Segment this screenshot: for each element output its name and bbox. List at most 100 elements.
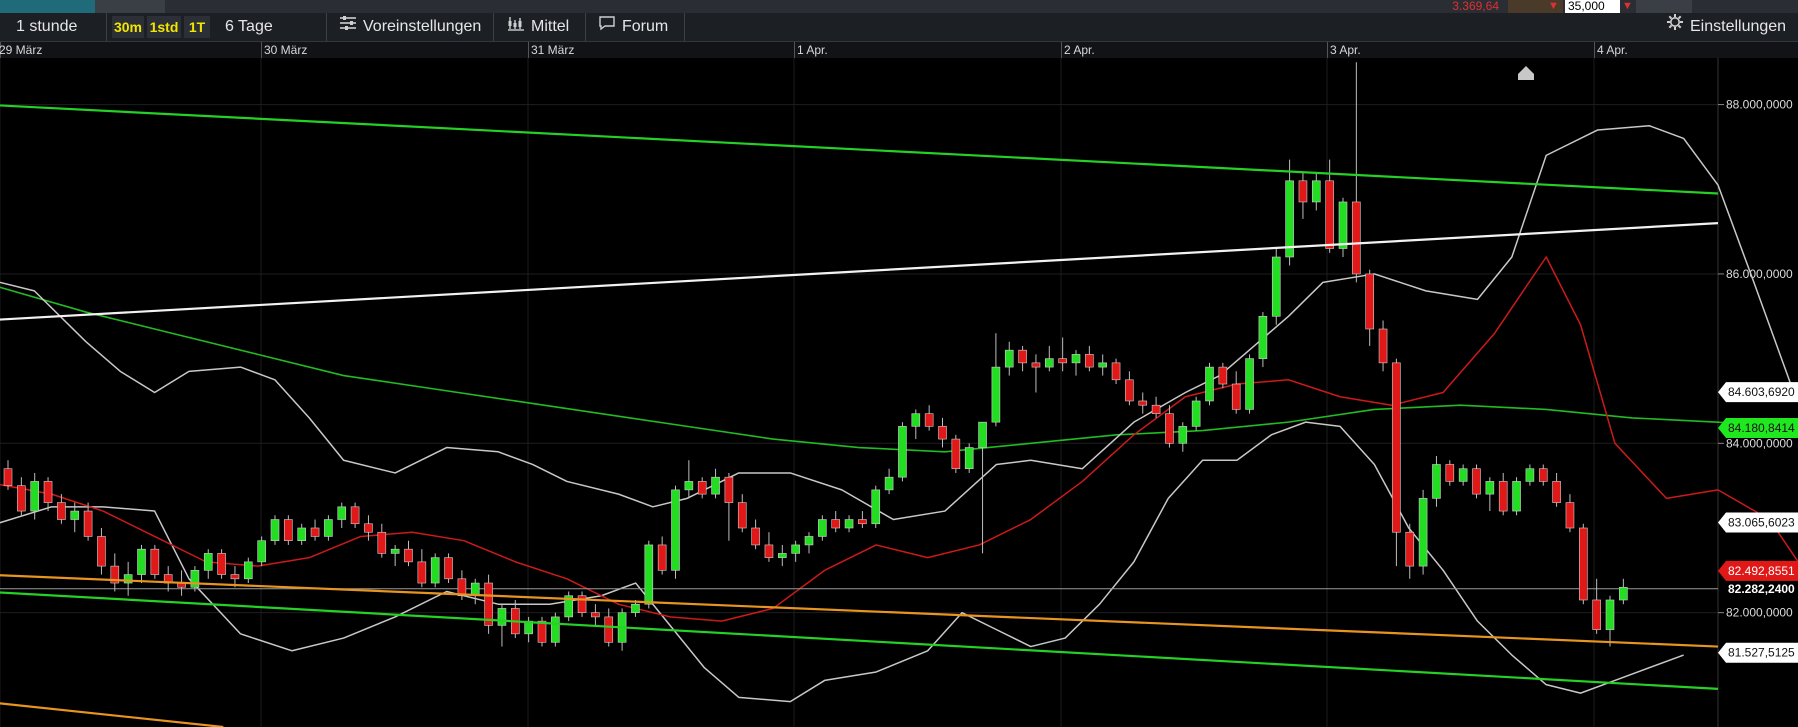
candle — [297, 523, 307, 545]
candle-body — [1472, 468, 1481, 495]
candle-body — [257, 540, 266, 563]
forum-button[interactable]: Forum — [598, 13, 668, 41]
candle — [1579, 523, 1588, 605]
date-label: 31 März — [531, 43, 575, 57]
chart-toolbar: 1 stunde 30m 1std 1T 6 Tage Voreinstellu… — [0, 13, 1798, 42]
trendline-orange-support[interactable] — [0, 574, 1719, 648]
candle-body — [1538, 468, 1548, 482]
candle — [751, 519, 760, 550]
candle-body — [497, 608, 507, 626]
trendline-orange-low[interactable] — [0, 702, 224, 727]
candle — [737, 494, 747, 533]
candle — [203, 549, 213, 579]
candle — [858, 511, 867, 528]
date-label: 30 März — [264, 43, 308, 57]
candle — [1605, 595, 1615, 647]
candle — [1045, 345, 1054, 372]
trendline-green-upper[interactable] — [0, 104, 1719, 195]
candle-body — [631, 603, 640, 613]
candle — [1191, 396, 1201, 431]
price-label-text: 82.282,2400 — [1728, 582, 1795, 596]
date-label: 29 März — [0, 43, 43, 57]
indicator-button[interactable]: Mittel — [507, 13, 569, 41]
candle-body — [777, 553, 787, 558]
down-arrow-icon[interactable]: ▼ — [1548, 0, 1559, 12]
candle-body — [1512, 481, 1521, 512]
candle — [350, 502, 360, 528]
candle-body — [884, 476, 894, 491]
candle-body — [1565, 502, 1575, 529]
candle — [1312, 172, 1321, 211]
candle-body — [1592, 599, 1601, 630]
top-strip-tab[interactable] — [0, 0, 165, 13]
candle — [1485, 477, 1495, 512]
date-axis: 29 März 30 März 31 März 1 Apr. 2 Apr. 3 … — [0, 42, 1798, 58]
candle-body — [938, 426, 947, 440]
candle-body — [1392, 362, 1401, 533]
settings-button[interactable]: Einstellungen — [1666, 13, 1786, 41]
interval-button-1std[interactable]: 1std — [147, 16, 181, 38]
candle-body — [1231, 383, 1241, 410]
candle-body — [791, 544, 800, 554]
trendline-white-mid[interactable] — [0, 222, 1719, 321]
candle — [97, 527, 106, 575]
candle-body — [230, 574, 240, 580]
candle — [444, 553, 453, 584]
home-icon[interactable] — [1518, 66, 1534, 80]
candle — [430, 553, 440, 588]
settings-label: Einstellungen — [1690, 18, 1787, 36]
interval-button-30m[interactable]: 30m — [112, 16, 144, 38]
presets-button[interactable]: Voreinstellungen — [339, 13, 481, 41]
candle — [377, 523, 387, 558]
range-selector[interactable]: 6 Tage — [225, 13, 273, 41]
candle — [417, 549, 427, 588]
candle-body — [1325, 180, 1334, 249]
candle — [244, 557, 253, 584]
candle — [657, 536, 667, 575]
candle — [1445, 460, 1455, 486]
price-chart[interactable]: 88.000,0000 86.000,0000 84.000,0000 82.000,… — [0, 58, 1798, 727]
down-arrow-icon[interactable]: ▼ — [1622, 0, 1633, 12]
candle-body — [1205, 366, 1214, 402]
candle — [1018, 345, 1027, 372]
candle — [110, 553, 120, 592]
candle — [724, 472, 734, 541]
top-strip-field — [1636, 0, 1692, 13]
candle — [591, 604, 600, 626]
interval-button-1t[interactable]: 1T — [184, 16, 210, 38]
candle — [951, 434, 961, 473]
candle — [1525, 464, 1535, 486]
candle-body — [390, 548, 400, 554]
candle-body — [1485, 481, 1495, 495]
y-tick-label: 88.000,0000 — [1726, 98, 1793, 112]
candle — [818, 515, 827, 541]
candle — [524, 616, 533, 643]
candle-body — [417, 561, 427, 584]
candle-body — [644, 544, 654, 605]
candle-body — [764, 544, 774, 558]
price-label-text: 83.065,6023 — [1728, 515, 1795, 529]
candle — [1138, 392, 1148, 414]
candle-body — [350, 506, 360, 525]
candle-body — [1191, 400, 1201, 427]
candle-body — [1458, 468, 1468, 482]
quantity-input[interactable]: 35,000 — [1565, 0, 1620, 13]
candle — [804, 532, 814, 554]
candle-body — [83, 510, 93, 537]
candle — [564, 591, 574, 622]
candle — [1178, 422, 1188, 452]
candle-body — [1258, 315, 1268, 359]
candle-body — [684, 481, 694, 491]
candle-body — [203, 553, 213, 571]
candle-body — [284, 519, 293, 541]
period-selector[interactable]: 1 stunde — [16, 13, 77, 41]
candle — [777, 544, 787, 567]
candle-body — [831, 519, 841, 529]
date-label: 3 Apr. — [1330, 43, 1361, 57]
y-tick-label: 82.000,0000 — [1726, 606, 1793, 620]
candle-body — [137, 548, 146, 575]
candle — [1071, 350, 1081, 376]
candle — [697, 477, 707, 499]
candle — [257, 536, 266, 567]
candle — [1205, 362, 1214, 406]
